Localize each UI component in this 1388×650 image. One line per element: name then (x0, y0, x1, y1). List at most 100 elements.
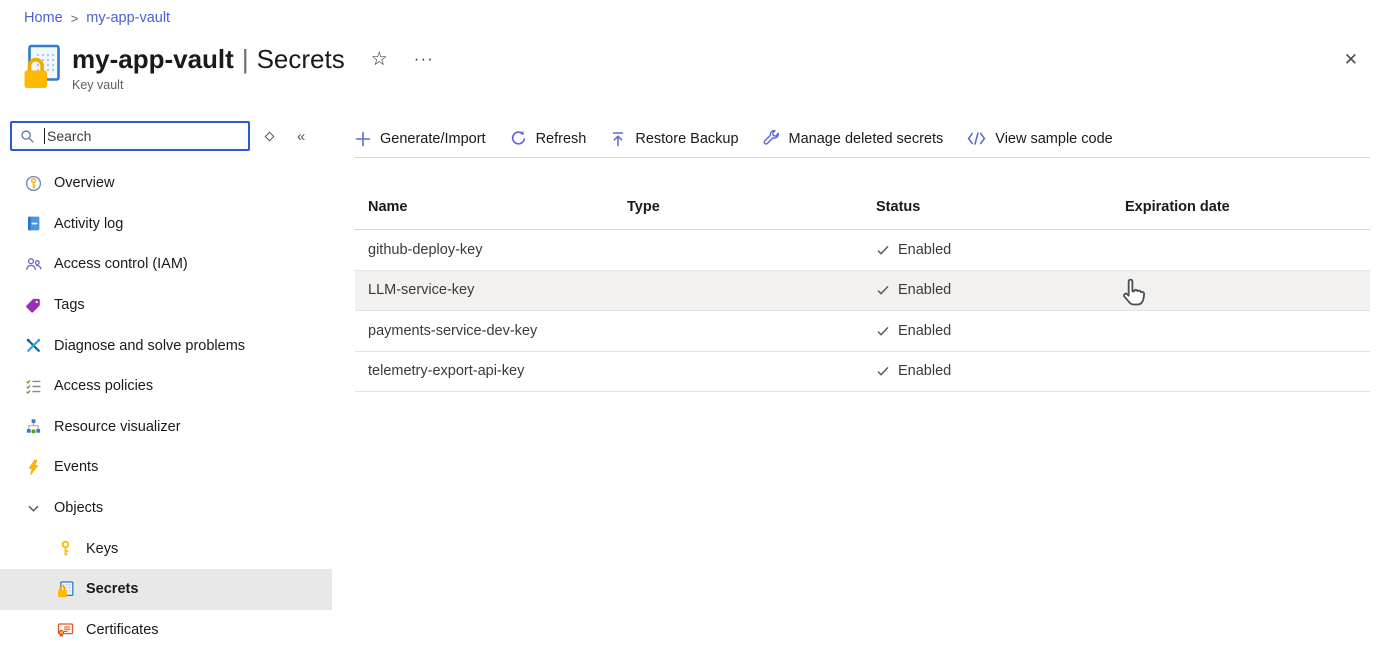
breadcrumb-home-link[interactable]: Home (24, 10, 63, 26)
status-text: Enabled (898, 363, 951, 379)
sidebar-item-label: Resource visualizer (54, 419, 181, 435)
toolbar-button-label: Refresh (536, 131, 587, 147)
check-icon (876, 364, 890, 378)
sidebar: « Overview Activity log Access control (IA… (0, 120, 332, 650)
sidebar-item-diagnose-and-solve-problems[interactable]: Diagnose and solve problems (0, 325, 332, 366)
toolbar-button-label: Generate/Import (380, 131, 486, 147)
toolbar-button-label: View sample code (995, 131, 1112, 147)
wrench-icon (763, 130, 780, 147)
sidebar-item-label: Diagnose and solve problems (54, 338, 245, 354)
search-input[interactable] (45, 128, 248, 144)
sidebar-item-label: Tags (54, 297, 85, 313)
secret-name-cell: LLM-service-key (355, 282, 614, 298)
secret-row-llm-service-key[interactable]: LLM-service-key Enabled (355, 271, 1370, 312)
resource-type-label: Key vault (72, 78, 434, 92)
sidebar-item-certificates[interactable]: Certificates (0, 610, 332, 650)
secrets-icon (57, 581, 74, 598)
more-options-icon[interactable]: ··· (414, 49, 434, 69)
sidebar-item-overview[interactable]: Overview (0, 163, 332, 204)
key-vault-icon (22, 44, 62, 90)
table-header-row: NameTypeStatusExpiration date (355, 184, 1370, 230)
table-body: github-deploy-key Enabled LLM-service-key E… (355, 230, 1370, 392)
column-header-type[interactable]: Type (614, 199, 863, 215)
sidebar-item-label: Keys (86, 541, 118, 557)
refresh-icon (510, 130, 527, 147)
toolbar-button-label: Manage deleted secrets (789, 131, 944, 147)
toolbar-button-refresh[interactable]: Refresh (510, 130, 587, 147)
sidebar-item-objects[interactable]: Objects (0, 488, 332, 529)
toolbar-button-manage-deleted-secrets[interactable]: Manage deleted secrets (763, 130, 944, 147)
command-bar: Generate/Import Refresh Restore Backup Mana… (355, 120, 1370, 158)
toolbar-button-view-sample-code[interactable]: View sample code (967, 131, 1112, 147)
resource-visualizer-icon (25, 418, 42, 435)
secret-name-cell: telemetry-export-api-key (355, 363, 614, 379)
page-title: my-app-vault|Secrets (72, 44, 345, 74)
sidebar-item-label: Events (54, 459, 98, 475)
access-control-icon (25, 256, 42, 273)
chevron-down-icon (25, 500, 42, 517)
pin-diamond-icon[interactable] (265, 131, 275, 141)
access-policies-icon (25, 378, 42, 395)
secret-status-cell: Enabled (863, 323, 1112, 339)
status-text: Enabled (898, 282, 951, 298)
title-divider: | (234, 44, 257, 74)
key-icon (57, 540, 74, 557)
breadcrumb-vault-link[interactable]: my-app-vault (86, 10, 170, 26)
overview-icon (25, 175, 42, 192)
sidebar-search-box[interactable] (10, 121, 250, 151)
code-icon (967, 132, 986, 145)
secret-name-cell: github-deploy-key (355, 242, 614, 258)
check-icon (876, 243, 890, 257)
check-icon (876, 283, 890, 297)
breadcrumb-separator: > (71, 11, 79, 26)
activity-log-icon (25, 215, 42, 232)
check-icon (876, 324, 890, 338)
events-icon (25, 459, 42, 476)
column-header-status[interactable]: Status (863, 199, 1112, 215)
sidebar-item-label: Certificates (86, 622, 159, 638)
close-icon[interactable]: ✕ (1344, 50, 1358, 70)
secret-name-cell: payments-service-dev-key (355, 323, 614, 339)
page-title-blade: Secrets (257, 44, 345, 74)
sidebar-item-label: Access control (IAM) (54, 256, 188, 272)
plus-icon (355, 131, 371, 147)
sidebar-item-activity-log[interactable]: Activity log (0, 204, 332, 245)
secret-status-cell: Enabled (863, 282, 1112, 298)
status-text: Enabled (898, 242, 951, 258)
sidebar-item-label: Objects (54, 500, 103, 516)
sidebar-item-tags[interactable]: Tags (0, 285, 332, 326)
tag-icon (25, 297, 42, 314)
column-header-expiration-date[interactable]: Expiration date (1112, 199, 1370, 215)
toolbar-button-restore-backup[interactable]: Restore Backup (610, 131, 738, 147)
sidebar-item-label: Overview (54, 175, 114, 191)
sidebar-item-label: Access policies (54, 378, 153, 394)
sidebar-item-label: Activity log (54, 216, 123, 232)
secrets-table: NameTypeStatusExpiration date github-dep… (355, 184, 1370, 392)
certificate-icon (57, 621, 74, 638)
secret-status-cell: Enabled (863, 363, 1112, 379)
sidebar-item-resource-visualizer[interactable]: Resource visualizer (0, 407, 332, 448)
secret-row-github-deploy-key[interactable]: github-deploy-key Enabled (355, 230, 1370, 271)
main-content: Generate/Import Refresh Restore Backup Mana… (355, 120, 1370, 392)
sidebar-item-access-policies[interactable]: Access policies (0, 366, 332, 407)
status-text: Enabled (898, 323, 951, 339)
page-title-resource: my-app-vault (72, 44, 234, 74)
secret-row-payments-service-dev-key[interactable]: payments-service-dev-key Enabled (355, 311, 1370, 352)
sidebar-item-keys[interactable]: Keys (0, 528, 332, 569)
toolbar-button-label: Restore Backup (635, 131, 738, 147)
restore-backup-icon (610, 131, 626, 147)
favorite-star-icon[interactable]: ☆ (371, 48, 388, 71)
sidebar-nav: Overview Activity log Access control (IAM)… (0, 163, 332, 650)
diagnose-icon (25, 337, 42, 354)
toolbar-button-generate-import[interactable]: Generate/Import (355, 131, 486, 147)
column-header-name[interactable]: Name (355, 199, 614, 215)
page-header: my-app-vault|Secrets ☆ ··· Key vault (22, 44, 434, 92)
sidebar-item-events[interactable]: Events (0, 447, 332, 488)
collapse-sidebar-icon[interactable]: « (297, 129, 305, 144)
secret-row-telemetry-export-api-key[interactable]: telemetry-export-api-key Enabled (355, 352, 1370, 393)
breadcrumb: Home > my-app-vault (24, 10, 170, 26)
sidebar-item-label: Secrets (86, 581, 138, 597)
sidebar-item-access-control-iam[interactable]: Access control (IAM) (0, 244, 332, 285)
search-icon (20, 129, 35, 144)
sidebar-item-secrets[interactable]: Secrets (0, 569, 332, 610)
